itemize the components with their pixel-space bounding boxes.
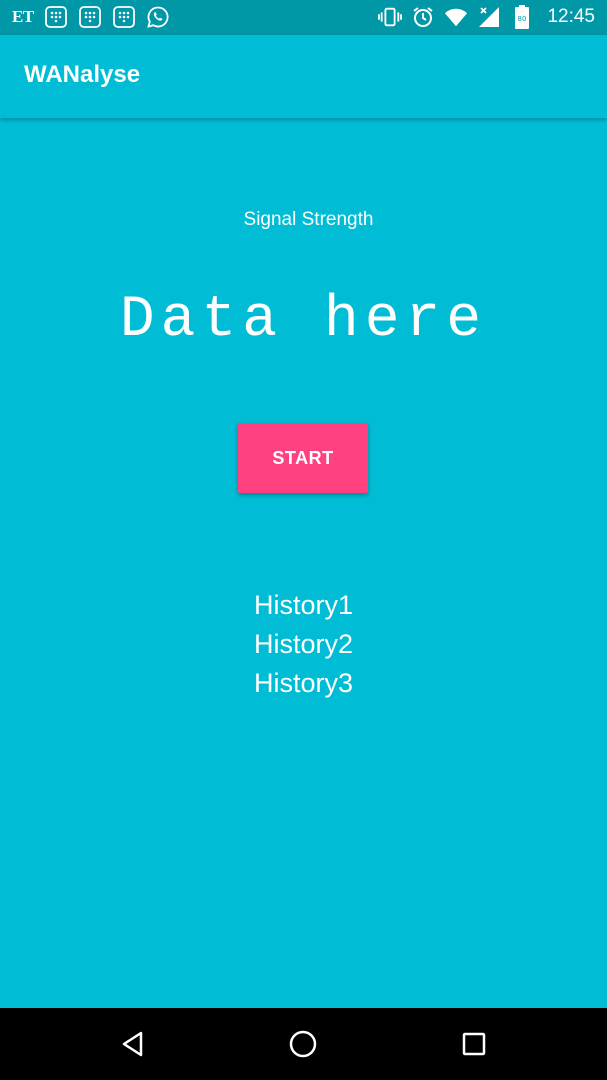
recents-icon bbox=[462, 1032, 486, 1056]
app-title: WANalyse bbox=[24, 61, 141, 88]
signal-strength-label: Signal Strength bbox=[243, 209, 374, 230]
navigation-bar bbox=[0, 1008, 607, 1080]
home-button[interactable] bbox=[285, 1026, 321, 1062]
history-list: History1 History2 History3 bbox=[0, 586, 607, 703]
app-bar: WANalyse bbox=[0, 35, 607, 118]
notification-icons: ET bbox=[12, 5, 170, 29]
signal-icon bbox=[477, 5, 501, 29]
dialpad-icon bbox=[78, 5, 102, 29]
dialpad-icon bbox=[112, 5, 136, 29]
data-display: Data here bbox=[119, 288, 488, 353]
vibrate-icon bbox=[378, 5, 403, 29]
dialpad-icon bbox=[44, 5, 68, 29]
whatsapp-icon bbox=[146, 5, 170, 29]
recents-button[interactable] bbox=[456, 1026, 492, 1062]
system-icons: 80 12:45 bbox=[378, 5, 595, 29]
start-button[interactable]: START bbox=[238, 423, 368, 493]
alarm-icon bbox=[411, 5, 435, 29]
status-bar: ET 80 12:45 bbox=[0, 0, 607, 35]
home-icon bbox=[289, 1030, 317, 1058]
back-button[interactable] bbox=[115, 1026, 151, 1062]
wifi-icon bbox=[444, 5, 468, 29]
battery-icon: 80 bbox=[510, 5, 534, 29]
back-icon bbox=[122, 1031, 143, 1057]
carrier-label: ET bbox=[12, 7, 34, 26]
clock: 12:45 bbox=[547, 6, 595, 27]
svg-text:80: 80 bbox=[518, 15, 527, 23]
history-item: History1 bbox=[253, 590, 354, 620]
history-item: History2 bbox=[253, 629, 354, 659]
history-item: History3 bbox=[253, 668, 354, 698]
